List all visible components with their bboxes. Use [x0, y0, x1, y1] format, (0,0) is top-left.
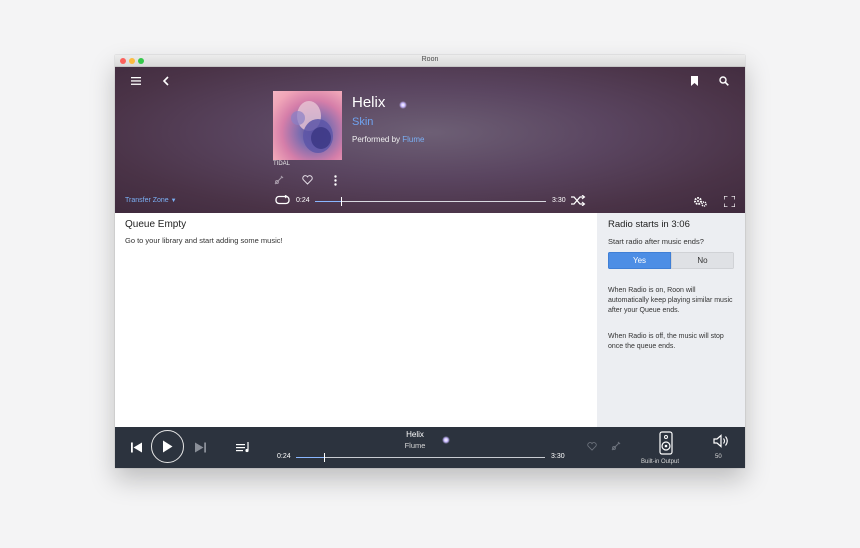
player-track-title[interactable]: Helix — [385, 430, 445, 439]
player-focus-button[interactable] — [610, 440, 622, 452]
speaker-icon — [659, 431, 673, 455]
transfer-zone-label: Transfer Zone — [125, 197, 169, 204]
source-label: TIDAL — [273, 161, 291, 167]
shuffle-icon — [570, 194, 585, 206]
menu-button[interactable] — [129, 75, 143, 87]
player-elapsed: 0:24 — [277, 453, 291, 460]
radio-title: Radio starts in 3:06 — [608, 219, 690, 230]
more-button[interactable] — [330, 174, 340, 186]
player-progress-knob[interactable] — [324, 453, 326, 462]
radio-off-note: When Radio is off, the music will stop o… — [608, 333, 724, 350]
search-button[interactable] — [717, 75, 730, 87]
output-label: Built-in Output — [641, 459, 680, 465]
now-playing-panel: TIDAL Helix Skin Performed by Flume Tran… — [115, 67, 745, 213]
skip-previous-icon — [130, 442, 142, 452]
back-button[interactable] — [159, 75, 171, 87]
more-vertical-icon — [333, 174, 337, 186]
focus-guitar-icon — [611, 441, 621, 451]
skip-next-icon — [194, 442, 206, 452]
output-device-button[interactable] — [658, 430, 674, 456]
performed-by: Performed by Flume — [352, 135, 425, 144]
repeat-icon — [274, 195, 290, 205]
hero-progress-bar[interactable] — [315, 197, 546, 206]
radio-panel: Radio starts in 3:06 Start radio after m… — [597, 213, 745, 427]
player-artist[interactable]: Flume — [385, 441, 445, 450]
album-art[interactable] — [273, 91, 342, 160]
chevron-left-icon — [162, 76, 169, 86]
roon-window: Roon TIDAL Helix Skin Performed by Flume — [115, 55, 745, 468]
queue-panel: Queue Empty Go to your library and start… — [115, 213, 597, 427]
focus-button[interactable] — [273, 174, 285, 186]
hero-progress-fill — [315, 201, 342, 202]
player-progress-bar[interactable] — [296, 453, 545, 462]
duration-time: 3:30 — [552, 197, 566, 204]
elapsed-time: 0:24 — [296, 197, 310, 204]
favorite-button[interactable] — [301, 174, 313, 186]
title-bar: Roon — [115, 55, 745, 67]
window-title: Roon — [421, 56, 439, 63]
volume-icon — [713, 434, 728, 448]
album-link[interactable]: Skin — [352, 116, 373, 128]
radio-yes-button[interactable]: Yes — [608, 252, 671, 269]
sparkle-icon — [399, 101, 407, 109]
radio-question: Start radio after music ends? — [608, 237, 704, 246]
bookmark-icon — [690, 76, 698, 86]
bookmark-button[interactable] — [688, 75, 700, 87]
caret-down-icon: ▼ — [170, 198, 177, 204]
track-title[interactable]: Helix — [352, 94, 385, 111]
repeat-button[interactable] — [274, 194, 291, 206]
heart-icon — [301, 175, 313, 185]
radio-no-button[interactable]: No — [671, 252, 734, 269]
performed-by-prefix: Performed by — [352, 135, 401, 144]
fullscreen-icon — [723, 195, 735, 207]
artist-link[interactable]: Flume — [402, 135, 424, 144]
hamburger-icon — [131, 77, 141, 85]
play-icon — [163, 440, 173, 453]
player-duration: 3:30 — [551, 453, 565, 460]
previous-button[interactable] — [129, 440, 143, 454]
hero-progress-knob[interactable] — [341, 197, 343, 206]
queue-empty-message: Go to your library and start adding some… — [125, 236, 283, 245]
play-button[interactable] — [151, 430, 184, 463]
queue-title: Queue Empty — [125, 219, 187, 230]
next-button[interactable] — [193, 440, 207, 454]
settings-button[interactable] — [693, 195, 707, 207]
player-favorite-button[interactable] — [586, 440, 598, 452]
queue-icon — [235, 441, 249, 452]
radio-toggle: Yes No — [608, 252, 734, 269]
heart-icon — [587, 441, 597, 451]
search-icon — [718, 76, 729, 86]
player-progress-fill — [296, 457, 325, 458]
gears-icon — [694, 196, 707, 207]
volume-button[interactable] — [712, 433, 730, 449]
radio-on-note: When Radio is on, Roon will automaticall… — [608, 287, 733, 314]
queue-button[interactable] — [235, 440, 251, 454]
volume-level: 50 — [715, 454, 722, 460]
transfer-zone-button[interactable]: Transfer Zone ▼ — [125, 197, 177, 204]
focus-guitar-icon — [274, 175, 284, 185]
player-bar: Helix Flume 0:24 3:30 Built-in Output 50 — [115, 427, 745, 468]
shuffle-button[interactable] — [570, 194, 586, 206]
fullscreen-button[interactable] — [723, 195, 735, 207]
